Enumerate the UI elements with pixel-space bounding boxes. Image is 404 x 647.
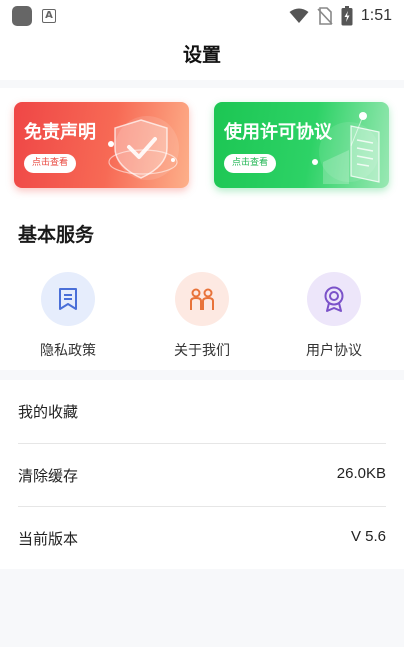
people-icon	[190, 288, 214, 310]
list-item-label: 清除缓存	[18, 467, 79, 485]
document-icon	[312, 112, 380, 184]
list-item-clear-cache[interactable]: 清除缓存 26.0KB	[18, 444, 386, 507]
list-item-version[interactable]: 当前版本 V 5.6	[18, 507, 386, 570]
wifi-icon	[289, 8, 309, 23]
disclaimer-banner[interactable]: 免责声明 点击查看	[14, 102, 189, 188]
main-card: 免责声明 点击查看 使用许可协议 点击查看 基本服务 隐私政策 关于我们 用户协…	[0, 88, 404, 370]
section-title: 基本服务	[18, 224, 95, 246]
status-bar: A 1:51	[0, 0, 404, 32]
a-notification-icon: A	[42, 9, 56, 23]
license-banner[interactable]: 使用许可协议 点击查看	[214, 102, 389, 188]
service-label: 隐私政策	[40, 343, 96, 359]
list-item-label: 当前版本	[18, 530, 79, 548]
bookmark-icon	[59, 288, 77, 310]
cache-size-value: 26.0KB	[336, 465, 386, 482]
clock-text: 1:51	[360, 7, 392, 24]
disclaimer-view-button[interactable]: 点击查看	[24, 154, 77, 173]
page-title: 设置	[182, 44, 221, 66]
license-view-button[interactable]: 点击查看	[224, 154, 277, 173]
service-user-agreement[interactable]: 用户协议	[279, 272, 389, 360]
list-item-label: 我的收藏	[18, 403, 79, 421]
list-item-favorites[interactable]: 我的收藏	[18, 380, 386, 443]
no-sim-icon	[317, 7, 333, 25]
disclaimer-title: 免责声明	[24, 122, 96, 143]
service-label: 用户协议	[306, 343, 362, 359]
service-label: 关于我们	[174, 343, 230, 359]
settings-list: 我的收藏 清除缓存 26.0KB 当前版本 V 5.6	[0, 380, 404, 569]
service-privacy-policy[interactable]: 隐私政策	[13, 272, 123, 360]
version-value: V 5.6	[350, 528, 386, 545]
license-title: 使用许可协议	[224, 122, 332, 143]
app-notification-icon	[12, 6, 32, 26]
shield-check-icon	[108, 116, 179, 180]
header-bar: 设置	[0, 32, 404, 80]
badge-icon	[324, 286, 344, 312]
battery-icon	[341, 6, 353, 26]
service-about-us[interactable]: 关于我们	[147, 272, 257, 360]
